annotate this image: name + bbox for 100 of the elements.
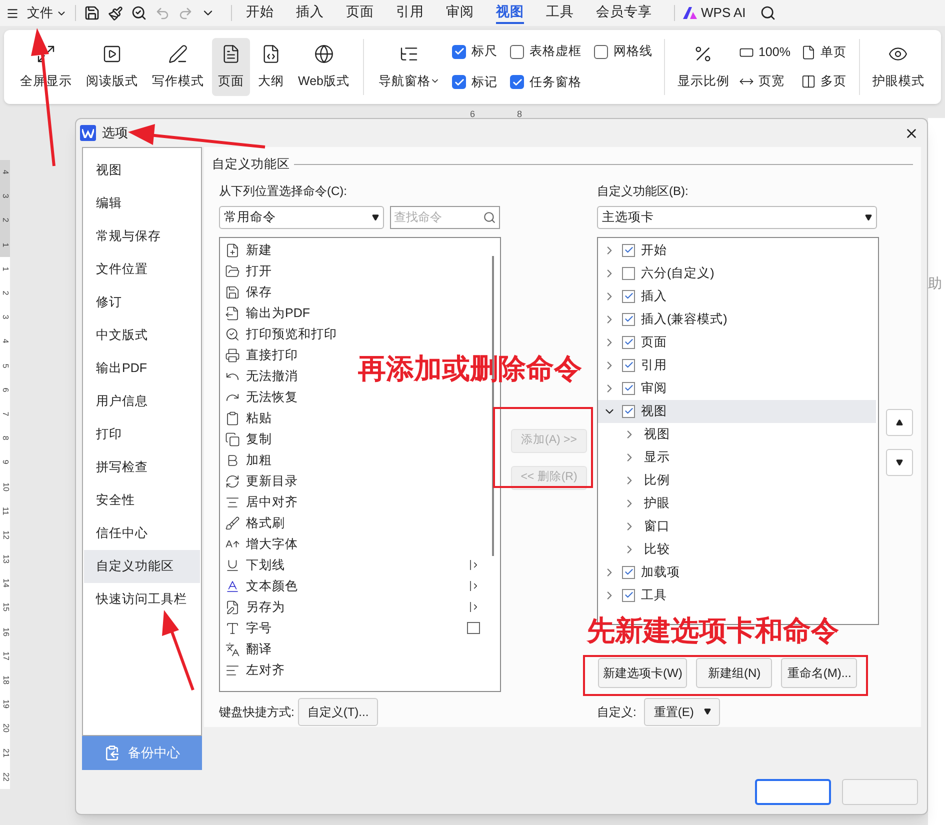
command-item[interactable]: 下划线 <box>225 554 500 576</box>
checkbox[interactable] <box>452 75 466 90</box>
keyboard-customize-button[interactable]: 自定义(T)... <box>298 698 378 726</box>
tree-item[interactable]: 引用 <box>598 354 876 377</box>
ribbon-tab[interactable]: 插入 <box>296 2 324 24</box>
nav-item[interactable]: 文件位置 <box>84 253 200 286</box>
view-mode-button[interactable]: 写作模式 <box>146 38 210 96</box>
view-mode-button[interactable]: Web版式 <box>292 38 356 96</box>
tree-item[interactable]: 比较 <box>598 538 878 561</box>
ribbon-tab[interactable]: 引用 <box>396 2 424 24</box>
checkbox[interactable] <box>510 75 524 90</box>
checkbox[interactable] <box>622 244 635 257</box>
tree-action-button[interactable]: 重命名(M)... <box>781 658 858 688</box>
ribbon-tab[interactable]: 开始 <box>246 2 274 24</box>
checkbox[interactable] <box>452 44 466 59</box>
command-item[interactable]: 无法恢复 <box>225 386 302 408</box>
checkbox[interactable] <box>622 358 635 372</box>
command-item[interactable]: 更新目录 <box>225 470 302 492</box>
nav-item[interactable]: 常规与保存 <box>84 220 200 253</box>
command-item[interactable]: 格式刷 <box>225 512 289 534</box>
command-item[interactable]: 另存为 <box>225 596 500 618</box>
dialog-button[interactable] <box>755 779 831 805</box>
command-item[interactable]: 加粗 <box>225 450 276 471</box>
nav-item[interactable]: 拼写检查 <box>84 451 200 484</box>
checkbox-option[interactable]: 表格虚框 <box>510 42 594 61</box>
tree-item[interactable]: 显示 <box>598 446 878 469</box>
zoom-button[interactable]: 显示比例 <box>673 44 734 90</box>
checkbox-option[interactable]: 任务窗格 <box>510 73 594 92</box>
reset-button[interactable]: 重置(E) <box>644 698 720 726</box>
tree-item[interactable]: 窗口 <box>598 514 878 538</box>
command-item[interactable]: 新建 <box>225 240 276 261</box>
tree-action-button[interactable]: 新建选项卡(W) <box>598 658 688 688</box>
view-mode-button[interactable]: 阅读版式 <box>80 38 144 96</box>
checkbox[interactable] <box>622 588 635 602</box>
command-item[interactable]: 打印预览和打印 <box>225 324 341 345</box>
tree-item[interactable]: 插入(兼容模式) <box>598 308 876 331</box>
print-preview-icon[interactable] <box>131 5 147 21</box>
nav-item[interactable]: 修订 <box>84 286 200 319</box>
tree-item[interactable]: 开始 <box>598 238 876 262</box>
tree-item[interactable]: 护眼 <box>598 492 878 515</box>
tree-item[interactable]: 比例 <box>598 468 878 492</box>
save-icon[interactable] <box>84 5 100 21</box>
page-view-button[interactable]: 单页 <box>801 43 852 62</box>
nav-item[interactable]: 中文版式 <box>84 319 200 352</box>
tree-item[interactable]: 页面 <box>598 330 876 354</box>
nav-item[interactable]: 用户信息 <box>84 385 200 418</box>
ribbon-tab[interactable]: 页面 <box>346 2 374 24</box>
ribbon-tab[interactable]: 视图 <box>496 2 524 24</box>
command-item[interactable]: 输出为PDF <box>225 302 314 324</box>
page-view-button[interactable]: 100% <box>739 43 802 62</box>
tree-item[interactable]: 六分(自定义) <box>598 262 876 285</box>
command-item[interactable]: 增大字体 <box>225 534 302 555</box>
checkbox[interactable] <box>622 566 635 579</box>
search-field[interactable]: 查找命令 <box>390 206 500 229</box>
tree-item[interactable]: 视图 <box>598 400 876 423</box>
nav-item[interactable]: 信任中心 <box>84 517 200 550</box>
command-item[interactable]: 翻译 <box>225 638 276 660</box>
checkbox[interactable] <box>622 404 635 418</box>
brush-icon[interactable] <box>108 6 123 20</box>
ai-button[interactable]: WPS AI <box>683 3 746 23</box>
file-menu[interactable]: 文件 <box>27 3 67 23</box>
command-item[interactable]: 粘贴 <box>225 408 276 429</box>
tree-item[interactable]: 加载项 <box>598 560 876 584</box>
ribbon-tab[interactable]: 会员专享 <box>596 2 652 24</box>
checkbox[interactable] <box>510 44 524 59</box>
command-item[interactable]: 无法撤消 <box>225 366 302 387</box>
ribbon-tab[interactable]: 工具 <box>546 2 574 24</box>
checkbox-option[interactable]: 标尺 <box>452 42 510 61</box>
command-item[interactable]: 字号 <box>225 618 500 639</box>
nav-item[interactable]: 安全性 <box>84 484 200 517</box>
page-view-button[interactable]: 页宽 <box>739 72 802 91</box>
view-mode-button[interactable]: 大纲 <box>252 38 290 96</box>
command-source-select[interactable]: 常用命令 <box>219 206 384 229</box>
move-down-button[interactable] <box>886 448 913 476</box>
move-up-button[interactable] <box>886 408 913 436</box>
nav-item[interactable]: 输出PDF <box>84 352 200 385</box>
page-view-button[interactable]: 多页 <box>801 72 852 91</box>
checkbox[interactable] <box>594 44 608 59</box>
nav-item[interactable]: 打印 <box>84 418 200 451</box>
checkbox[interactable] <box>622 336 635 349</box>
command-item[interactable]: 文本颜色 <box>225 576 500 597</box>
tree-item[interactable]: 视图 <box>598 422 878 446</box>
tree-item[interactable]: 插入 <box>598 284 876 308</box>
tree-action-button[interactable]: 新建组(N) <box>696 658 772 688</box>
eye-mode-button[interactable]: 护眼模式 <box>868 44 928 90</box>
nav-pane-button[interactable]: 导航窗格 <box>372 44 446 90</box>
search-icon[interactable] <box>760 5 776 21</box>
command-item[interactable]: 居中对齐 <box>225 492 302 513</box>
ribbon-tab[interactable]: 审阅 <box>446 2 474 24</box>
nav-item[interactable]: 编辑 <box>84 187 200 220</box>
command-item[interactable]: 左对齐 <box>225 660 289 681</box>
menu-icon[interactable] <box>6 6 19 20</box>
nav-item[interactable]: 视图 <box>84 154 200 187</box>
view-mode-button[interactable]: 页面 <box>212 38 250 96</box>
command-item[interactable]: 保存 <box>225 282 276 303</box>
checkbox-option[interactable]: 网格线 <box>594 42 656 61</box>
tree-item[interactable]: 审阅 <box>598 376 876 400</box>
checkbox-option[interactable]: 标记 <box>452 73 510 92</box>
command-item[interactable]: 直接打印 <box>225 344 302 366</box>
command-item[interactable]: 复制 <box>225 428 276 450</box>
